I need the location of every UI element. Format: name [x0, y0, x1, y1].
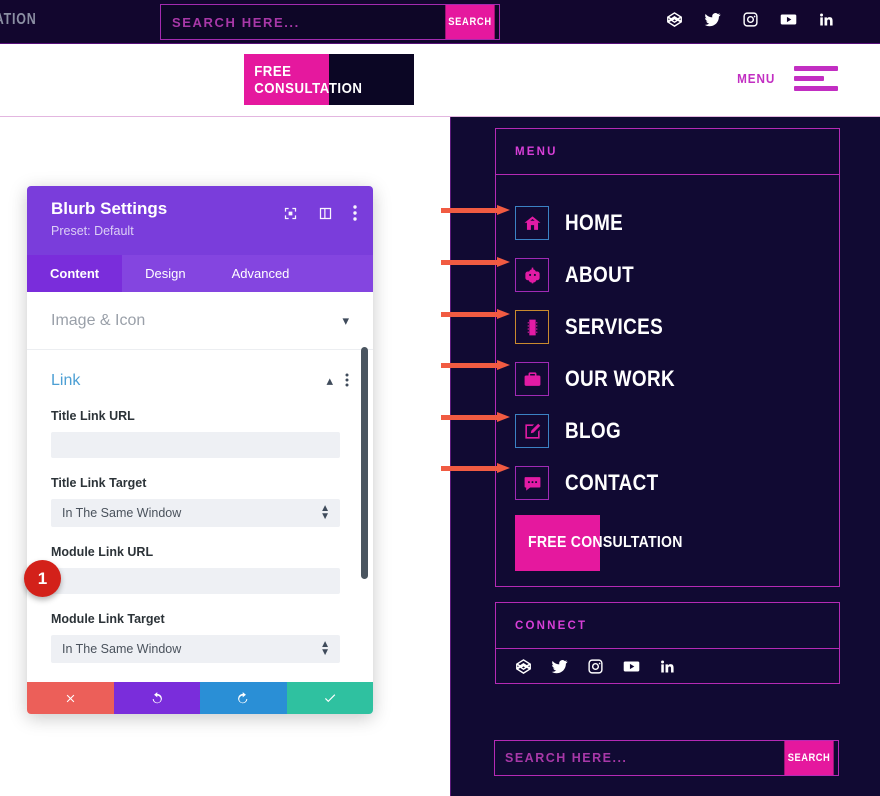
more-options-icon[interactable] — [345, 373, 349, 390]
hamburger-icon — [794, 66, 838, 91]
youtube-icon[interactable] — [780, 11, 797, 28]
annotation-arrow-services — [441, 309, 510, 319]
topbar-search: SEARCH — [160, 4, 500, 40]
youtube-icon[interactable] — [623, 658, 640, 675]
module-link-target-select[interactable]: In The Same Window ▲ ▼ — [51, 635, 340, 663]
modal-preset-selector[interactable]: Preset: Default — [51, 224, 373, 238]
fullscreen-icon[interactable] — [283, 206, 298, 221]
logo-text: FREE CONSULTATION — [254, 62, 363, 97]
sidebar-item-label: BLOG — [565, 418, 622, 443]
site-header: FREE CONSULTATION MENU — [0, 44, 880, 117]
modal-header-actions — [283, 205, 357, 221]
sidebar-item-services[interactable]: SERVICES — [515, 301, 839, 353]
briefcase-icon — [515, 362, 549, 396]
annotation-arrow-blog — [441, 412, 510, 422]
sidebar-item-label: CONTACT — [565, 470, 659, 495]
menu-toggle-button[interactable]: MENU — [735, 66, 838, 91]
chevron-down-icon: ▾ — [342, 312, 349, 328]
edit-icon — [515, 414, 549, 448]
sidebar-search: SEARCH — [494, 740, 839, 776]
menu-widget-title: MENU — [496, 129, 839, 175]
more-options-icon[interactable] — [353, 205, 357, 221]
redo-button[interactable] — [200, 682, 287, 714]
annotation-arrow-about — [441, 257, 510, 267]
linkedin-icon[interactable] — [659, 658, 676, 675]
menu-toggle-label: MENU — [736, 71, 775, 86]
twitter-icon[interactable] — [551, 658, 568, 675]
tab-advanced[interactable]: Advanced — [209, 255, 313, 292]
title-link-url-input[interactable] — [51, 432, 340, 458]
search-input[interactable] — [161, 5, 441, 39]
field-label-title-link-target: Title Link Target — [51, 476, 147, 490]
sidebar-item-label: SERVICES — [565, 314, 664, 339]
comment-icon — [515, 466, 549, 500]
linkedin-icon[interactable] — [818, 11, 835, 28]
title-link-target-select[interactable]: In The Same Window ▲ ▼ — [51, 499, 340, 527]
section-link-controls: ▴ — [326, 373, 349, 390]
sidebar-search-button[interactable]: SEARCH — [784, 741, 834, 775]
chip-icon — [515, 310, 549, 344]
cancel-button[interactable] — [27, 682, 114, 714]
annotation-badge-1: 1 — [24, 560, 61, 597]
robot-icon — [515, 258, 549, 292]
sidebar-item-our-work[interactable]: OUR WORK — [515, 353, 839, 405]
tab-content[interactable]: Content — [27, 255, 123, 292]
sidebar-item-about[interactable]: ABOUT — [515, 249, 839, 301]
codepen-icon[interactable] — [666, 11, 683, 28]
logo[interactable]: FREE CONSULTATION — [244, 54, 414, 105]
twitter-icon[interactable] — [704, 11, 721, 28]
connect-widget-title: CONNECT — [496, 603, 839, 649]
stepper-icon: ▲ ▼ — [320, 503, 330, 522]
instagram-icon[interactable] — [742, 11, 759, 28]
annotation-arrow-our-work — [441, 360, 510, 370]
topbar-social-links — [666, 11, 835, 28]
chevron-up-icon[interactable]: ▴ — [326, 373, 333, 389]
save-button[interactable] — [286, 682, 373, 714]
connect-widget: CONNECT — [495, 602, 840, 684]
modal-body: Image & Icon ▾ Link ▴ Title Link URL Tit… — [27, 292, 373, 682]
section-label: Image & Icon — [51, 311, 146, 329]
top-bar: ULTATION SEARCH — [0, 0, 880, 44]
tab-design[interactable]: Design — [122, 255, 208, 292]
annotation-arrow-contact — [441, 463, 510, 473]
modal-tabs: Content Design Advanced — [27, 255, 373, 292]
title-link-target-value: In The Same Window — [62, 506, 182, 520]
menu-list: HOME ABOUT SERVICES OUR WORK BLOG CONTAC… — [496, 175, 839, 571]
modal-footer — [27, 682, 373, 714]
sidebar-item-blog[interactable]: BLOG — [515, 405, 839, 457]
sidebar-search-input[interactable] — [495, 741, 780, 775]
sidebar-item-label: HOME — [565, 210, 624, 235]
free-consultation-label: FREE CONSULTATION — [528, 534, 683, 551]
module-link-url-input[interactable] — [51, 568, 340, 594]
annotation-arrow-home — [441, 205, 510, 215]
connect-social-links — [496, 649, 839, 684]
home-icon — [515, 206, 549, 240]
site-sidebar: MENU HOME ABOUT SERVICES OUR WORK BLOG C… — [450, 117, 880, 796]
section-image-and-icon[interactable]: Image & Icon ▾ — [27, 292, 373, 350]
blurb-settings-modal: Blurb Settings Preset: Default Content D… — [27, 186, 373, 714]
layout-columns-icon[interactable] — [318, 206, 333, 221]
section-link-header[interactable]: Link ▴ — [51, 372, 349, 390]
modal-scrollbar[interactable] — [361, 347, 368, 579]
free-consultation-button[interactable]: FREE CONSULTATION — [515, 515, 682, 571]
sidebar-item-label: OUR WORK — [565, 366, 675, 391]
field-label-module-link-target: Module Link Target — [51, 612, 165, 626]
module-link-target-value: In The Same Window — [62, 642, 182, 656]
sidebar-item-label: ABOUT — [565, 262, 634, 287]
app-root: ULTATION SEARCH FREE CONSULTATION MENU — [0, 0, 880, 796]
sidebar-item-home[interactable]: HOME — [515, 197, 839, 249]
field-label-title-link-url: Title Link URL — [51, 409, 135, 423]
search-button[interactable]: SEARCH — [445, 5, 495, 39]
topbar-left-text: ULTATION — [0, 11, 37, 28]
section-link: Link ▴ Title Link URL Title Link Target … — [27, 350, 373, 663]
field-label-module-link-url: Module Link URL — [51, 545, 154, 559]
section-label: Link — [51, 372, 81, 389]
codepen-icon[interactable] — [515, 658, 532, 675]
menu-widget: MENU HOME ABOUT SERVICES OUR WORK BLOG C… — [495, 128, 840, 587]
sidebar-item-contact[interactable]: CONTACT — [515, 457, 839, 509]
undo-button[interactable] — [113, 682, 200, 714]
instagram-icon[interactable] — [587, 658, 604, 675]
stepper-icon: ▲ ▼ — [320, 639, 330, 658]
modal-header: Blurb Settings Preset: Default — [27, 186, 373, 255]
